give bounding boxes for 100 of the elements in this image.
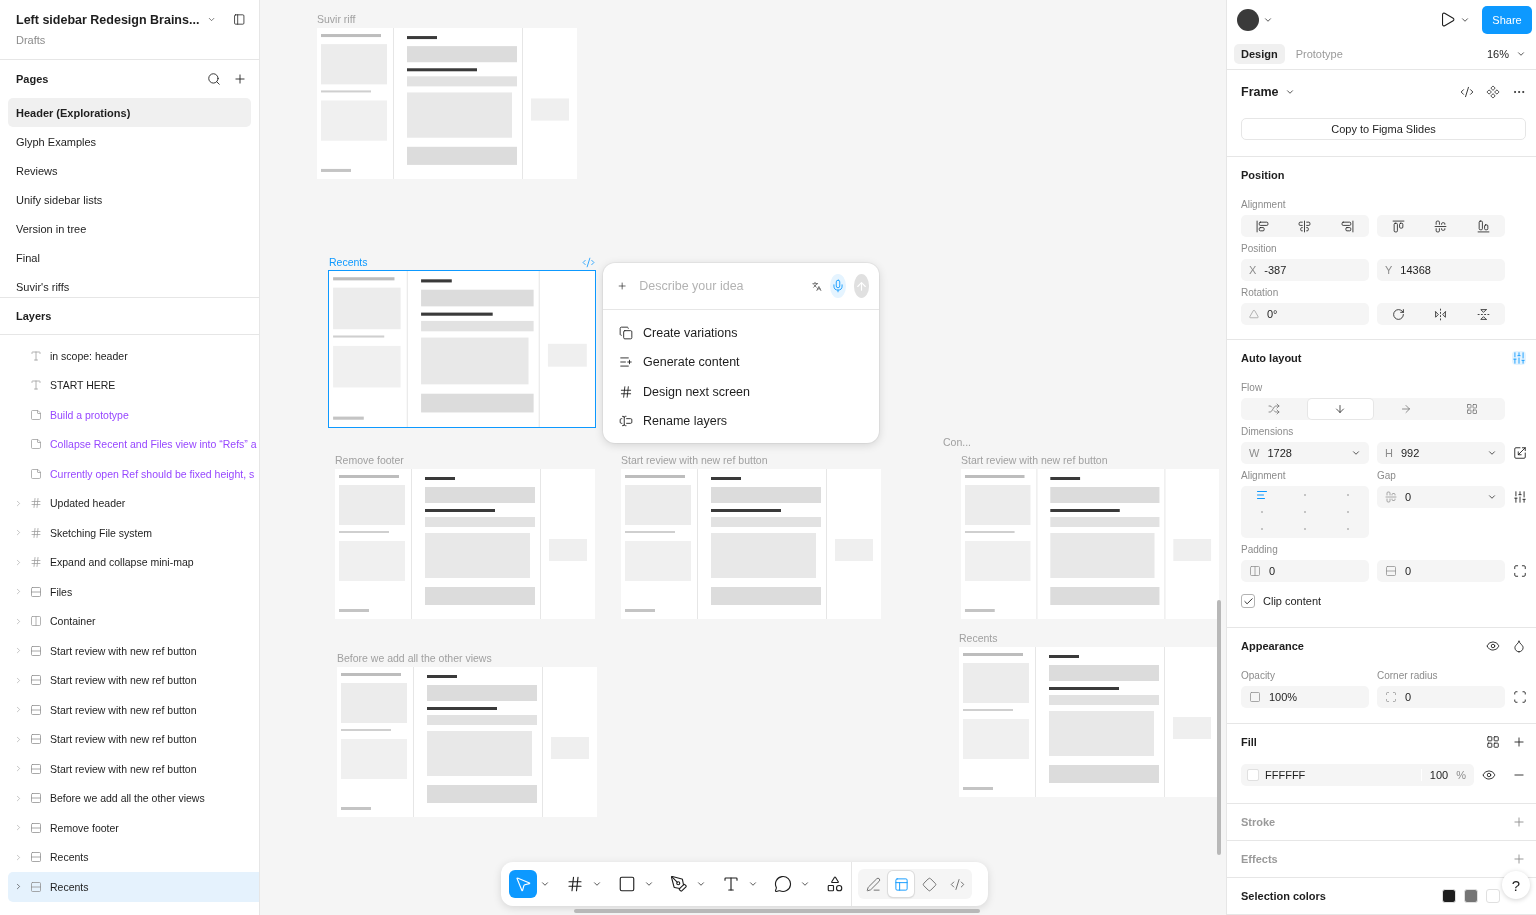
color-swatch[interactable] — [1464, 889, 1478, 903]
align-bottom-icon[interactable] — [1476, 219, 1490, 233]
layer-item[interactable]: Container — [8, 606, 259, 636]
chevron-right-icon[interactable] — [14, 823, 23, 833]
file-title[interactable]: Left sidebar Redesign Brains... — [16, 12, 200, 27]
chevron-right-icon[interactable] — [14, 793, 23, 803]
opacity-field[interactable]: 100% — [1241, 686, 1369, 708]
grid-icon[interactable] — [1486, 735, 1500, 749]
chevron-right-icon[interactable] — [14, 764, 23, 774]
align-right-icon[interactable] — [1340, 219, 1354, 233]
page-item[interactable]: Final — [8, 243, 251, 272]
chevron-right-icon[interactable] — [14, 528, 23, 538]
resize-icon[interactable] — [1513, 446, 1527, 460]
microphone-icon[interactable] — [830, 279, 845, 293]
layer-item[interactable]: Recents — [8, 872, 259, 902]
chevron-down-icon[interactable] — [1351, 448, 1361, 458]
color-swatch[interactable] — [1247, 769, 1259, 781]
menu-item[interactable]: Design next screen — [603, 377, 879, 407]
width-field[interactable]: W 1728 — [1241, 442, 1369, 464]
y-field[interactable]: Y 14368 — [1377, 259, 1505, 281]
eye-icon[interactable] — [1482, 768, 1496, 782]
search-icon[interactable] — [207, 72, 221, 86]
chevron-right-icon[interactable] — [14, 646, 23, 656]
chevron-right-icon[interactable] — [14, 587, 23, 597]
align-center-icon[interactable] — [1298, 219, 1312, 233]
chevron-down-icon[interactable] — [696, 879, 706, 889]
scrollbar[interactable] — [1217, 600, 1221, 855]
layer-item[interactable]: Currently open Ref should be fixed height, s — [8, 459, 259, 489]
microphone-button[interactable] — [830, 274, 846, 298]
gap-field[interactable]: 0 — [1377, 486, 1505, 508]
plus-icon[interactable] — [1512, 735, 1526, 749]
page-item[interactable]: Suvir's riffs — [8, 272, 251, 297]
avatar[interactable] — [1237, 8, 1259, 31]
page-item[interactable]: Unify sidebar lists — [8, 185, 251, 214]
menu-item[interactable]: Create variations — [603, 318, 879, 348]
layer-item[interactable]: Start review with new ref button — [8, 724, 259, 754]
layer-item[interactable]: Sketching File system — [8, 518, 259, 548]
tab[interactable]: Design — [1234, 44, 1285, 65]
code-icon[interactable] — [1460, 85, 1474, 99]
copy-to-slides-button[interactable]: Copy to Figma Slides — [1241, 118, 1526, 140]
align-top-icon[interactable] — [1392, 219, 1406, 233]
prompt-field[interactable]: Describe your idea — [635, 279, 805, 293]
chevron-down-icon[interactable] — [800, 879, 810, 889]
chevron-right-icon[interactable] — [14, 734, 23, 744]
page-item[interactable]: Glyph Examples — [8, 127, 251, 156]
component-icon[interactable] — [1486, 85, 1500, 99]
chevron-right-icon[interactable] — [14, 705, 23, 715]
plus-icon[interactable] — [233, 72, 247, 86]
chevron-down-icon[interactable] — [644, 879, 654, 889]
layer-item[interactable]: Remove footer — [8, 813, 259, 843]
chevron-right-icon[interactable] — [14, 557, 23, 567]
page-item[interactable]: Reviews — [8, 156, 251, 185]
layer-item[interactable]: Expand and collapse mini-map — [8, 547, 259, 577]
help-button[interactable]: ? — [1502, 871, 1530, 899]
corner-radius-icon[interactable] — [1513, 690, 1527, 704]
layer-item[interactable]: in scope: header — [8, 341, 259, 371]
layer-item[interactable]: Start review with new ref button — [8, 665, 259, 695]
chevron-down-icon[interactable] — [1284, 87, 1295, 97]
droplet-icon[interactable] — [1512, 639, 1526, 653]
layer-item[interactable]: Start review with new ref button — [8, 754, 259, 784]
sidebar-toggle-icon[interactable] — [232, 12, 245, 27]
height-field[interactable]: H 992 — [1377, 442, 1505, 464]
rotate-icon[interactable] — [1392, 307, 1406, 321]
page-item[interactable]: Header (Explorations) — [8, 98, 251, 127]
chevron-down-icon[interactable] — [748, 879, 758, 889]
chevron-down-icon[interactable] — [1487, 448, 1497, 458]
page-item[interactable]: Version in tree — [8, 214, 251, 243]
layer-item[interactable]: Before we add all the other views — [8, 783, 259, 813]
zoom-level[interactable]: 16% — [1486, 48, 1509, 61]
align-middle-icon[interactable] — [1434, 219, 1448, 233]
chevron-down-icon[interactable] — [592, 879, 602, 889]
chevron-right-icon[interactable] — [14, 498, 23, 508]
layer-item[interactable]: Start review with new ref button — [8, 695, 259, 725]
mode-button[interactable] — [888, 871, 914, 897]
layer-item[interactable]: Build a prototype — [8, 400, 259, 430]
horizontal-padding-field[interactable]: 0 — [1241, 560, 1369, 582]
chevron-down-icon[interactable] — [1487, 492, 1497, 502]
corner-radius-field[interactable]: 0 — [1377, 686, 1505, 708]
menu-item[interactable]: Generate content — [603, 347, 879, 377]
color-swatch[interactable] — [1486, 889, 1500, 903]
chevron-right-icon[interactable] — [14, 616, 23, 626]
flip-vertical-icon[interactable] — [1476, 307, 1490, 321]
layer-item[interactable]: Start review with new ref button — [8, 636, 259, 666]
selection-type[interactable]: Frame — [1241, 85, 1279, 99]
align-left-icon[interactable] — [1256, 219, 1270, 233]
fill-field[interactable]: FFFFFF 100 % — [1241, 764, 1474, 786]
chevron-down-icon[interactable] — [540, 879, 550, 889]
layer-item[interactable]: Updated header — [8, 488, 259, 518]
layer-item[interactable]: Recents — [8, 842, 259, 872]
x-field[interactable]: X -387 — [1241, 259, 1369, 281]
layer-item[interactable]: Collapse Recent and Files view into “Refs” a — [8, 429, 259, 459]
color-swatch[interactable] — [1442, 889, 1456, 903]
scrollbar[interactable] — [574, 909, 980, 913]
layer-item[interactable]: Files — [8, 577, 259, 607]
vertical-padding-field[interactable]: 0 — [1377, 560, 1505, 582]
frame-preview-drawing[interactable] — [959, 647, 1219, 797]
play-icon[interactable] — [1439, 11, 1456, 29]
layer-item[interactable]: START HERE — [8, 370, 259, 400]
plus-icon[interactable] — [1512, 815, 1526, 829]
rotation-field[interactable]: 0° — [1241, 303, 1369, 325]
